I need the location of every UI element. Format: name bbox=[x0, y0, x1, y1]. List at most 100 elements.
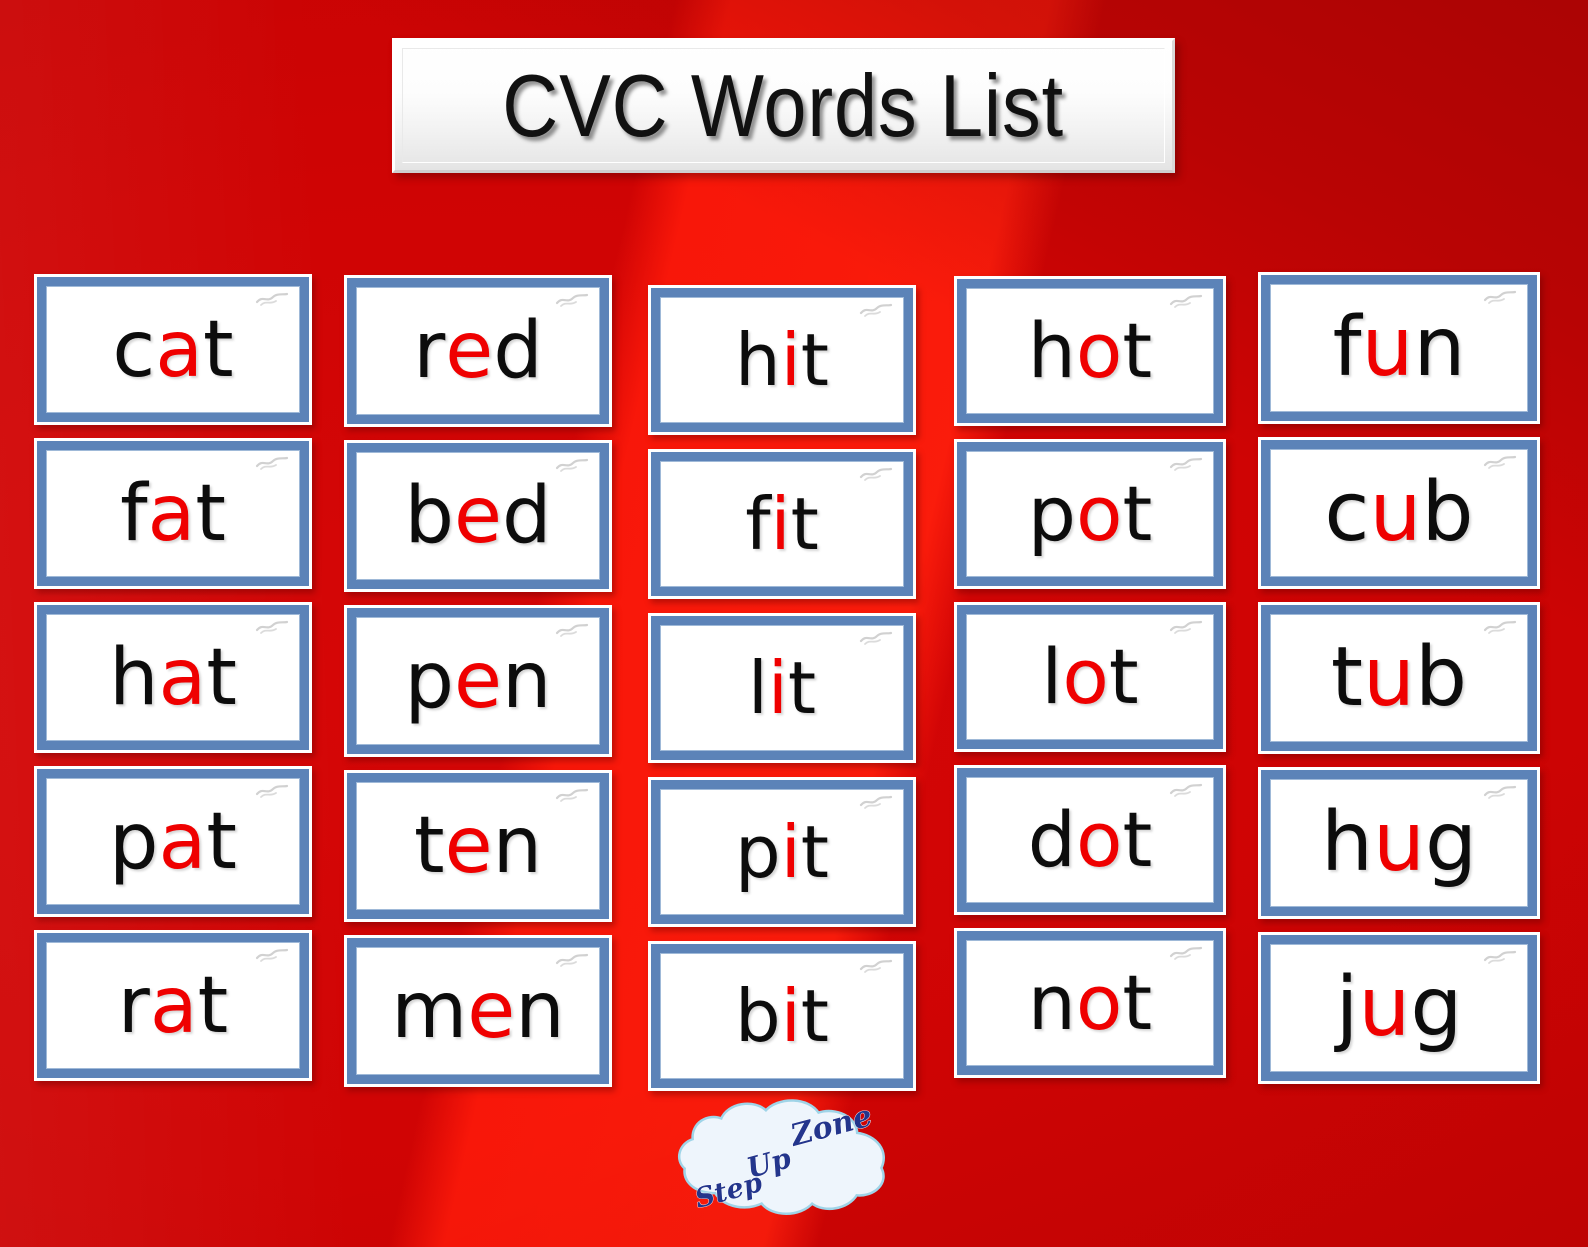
word-card[interactable]: bed bbox=[344, 440, 612, 592]
word-coda: t bbox=[800, 810, 829, 894]
word-coda: n bbox=[492, 801, 543, 891]
slide-canvas: CVC Words List catfathatpatratredbedpent… bbox=[0, 0, 1588, 1247]
word-card[interactable]: pot bbox=[954, 439, 1226, 589]
word-card-column-short-a: catfathatpatrat bbox=[34, 274, 312, 1081]
word-onset: l bbox=[1041, 632, 1063, 721]
word-card[interactable]: hat bbox=[34, 602, 312, 753]
word-coda: t bbox=[800, 974, 829, 1058]
card-word: hot bbox=[966, 288, 1214, 414]
card-word: ten bbox=[356, 782, 600, 910]
word-onset: h bbox=[1027, 306, 1076, 395]
word-card-column-short-o: hotpotlotdotnot bbox=[954, 276, 1226, 1078]
word-vowel: i bbox=[780, 318, 801, 402]
word-card[interactable]: men bbox=[344, 935, 612, 1087]
word-card[interactable]: dot bbox=[954, 765, 1226, 915]
word-card[interactable]: cub bbox=[1258, 437, 1540, 589]
word-card[interactable]: fit bbox=[648, 449, 916, 599]
card-word: bed bbox=[356, 452, 600, 580]
word-onset: b bbox=[404, 471, 454, 561]
word-card[interactable]: jug bbox=[1258, 932, 1540, 1084]
word-vowel: a bbox=[158, 796, 207, 887]
word-vowel: a bbox=[158, 632, 207, 723]
word-onset: f bbox=[1332, 300, 1362, 395]
word-vowel: u bbox=[1369, 465, 1422, 560]
word-coda: t bbox=[203, 304, 234, 395]
word-vowel: u bbox=[1361, 300, 1414, 395]
word-vowel: u bbox=[1358, 960, 1411, 1055]
word-vowel: o bbox=[1062, 632, 1109, 721]
word-vowel: e bbox=[454, 471, 502, 561]
card-word: men bbox=[356, 947, 600, 1075]
step-up-zone-logo: Zone Up Step bbox=[676, 1096, 894, 1224]
word-coda: t bbox=[790, 482, 819, 566]
word-coda: t bbox=[1108, 632, 1139, 721]
title-plaque: CVC Words List bbox=[392, 38, 1175, 173]
word-vowel: o bbox=[1075, 958, 1123, 1047]
word-vowel: a bbox=[147, 468, 196, 559]
word-card-column-short-u: funcubtubhugjug bbox=[1258, 272, 1540, 1084]
word-coda: d bbox=[502, 471, 552, 561]
word-coda: b bbox=[1415, 630, 1468, 725]
word-onset: p bbox=[1027, 469, 1076, 558]
word-onset: j bbox=[1335, 960, 1359, 1055]
word-onset: p bbox=[735, 810, 781, 894]
card-word: fit bbox=[660, 461, 904, 587]
card-word: hit bbox=[660, 297, 904, 423]
card-word: bit bbox=[660, 953, 904, 1079]
card-word: rat bbox=[46, 942, 300, 1069]
word-card[interactable]: fun bbox=[1258, 272, 1540, 424]
word-coda: t bbox=[206, 796, 237, 887]
word-onset: r bbox=[117, 960, 150, 1051]
word-onset: f bbox=[120, 468, 148, 559]
word-coda: t bbox=[197, 960, 229, 1051]
card-word: lot bbox=[966, 614, 1214, 740]
card-word: tub bbox=[1270, 614, 1528, 742]
word-vowel: a bbox=[149, 960, 198, 1051]
card-word: lit bbox=[660, 625, 904, 751]
word-card[interactable]: cat bbox=[34, 274, 312, 425]
word-onset: t bbox=[413, 801, 445, 891]
word-card[interactable]: lot bbox=[954, 602, 1226, 752]
word-vowel: o bbox=[1075, 795, 1123, 884]
card-word: not bbox=[966, 940, 1214, 1066]
word-card[interactable]: lit bbox=[648, 613, 916, 763]
card-word: hug bbox=[1270, 779, 1528, 907]
card-word: pen bbox=[356, 617, 600, 745]
word-card[interactable]: bit bbox=[648, 941, 916, 1091]
word-vowel: o bbox=[1075, 306, 1123, 395]
word-card[interactable]: ten bbox=[344, 770, 612, 922]
word-card[interactable]: pen bbox=[344, 605, 612, 757]
word-card[interactable]: hot bbox=[954, 276, 1226, 426]
word-vowel: e bbox=[467, 966, 516, 1056]
word-card[interactable]: tub bbox=[1258, 602, 1540, 754]
word-coda: d bbox=[493, 306, 543, 396]
word-onset: b bbox=[735, 974, 781, 1058]
word-onset: m bbox=[391, 966, 468, 1056]
word-card[interactable]: pit bbox=[648, 777, 916, 927]
word-card[interactable]: pat bbox=[34, 766, 312, 917]
word-onset: h bbox=[1320, 795, 1373, 890]
word-coda: n bbox=[515, 966, 565, 1056]
word-coda: n bbox=[1413, 300, 1466, 395]
word-coda: t bbox=[787, 646, 817, 730]
word-onset: t bbox=[1330, 630, 1364, 725]
card-word: pat bbox=[46, 778, 300, 905]
word-vowel: u bbox=[1363, 630, 1416, 725]
word-coda: t bbox=[1122, 795, 1153, 884]
word-vowel: u bbox=[1372, 795, 1425, 890]
word-card[interactable]: hit bbox=[648, 285, 916, 435]
word-vowel: e bbox=[454, 636, 503, 726]
word-onset: p bbox=[109, 796, 159, 887]
word-card-column-short-e: redbedpentenmen bbox=[344, 275, 612, 1087]
word-card[interactable]: red bbox=[344, 275, 612, 427]
word-onset: f bbox=[745, 482, 771, 566]
word-card[interactable]: hug bbox=[1258, 767, 1540, 919]
word-card[interactable]: not bbox=[954, 928, 1226, 1078]
card-word: hat bbox=[46, 614, 300, 741]
word-card[interactable]: fat bbox=[34, 438, 312, 589]
card-word: red bbox=[356, 287, 600, 415]
word-coda: t bbox=[800, 318, 829, 402]
word-card[interactable]: rat bbox=[34, 930, 312, 1081]
word-coda: t bbox=[1122, 958, 1153, 1047]
word-coda: n bbox=[502, 636, 552, 726]
